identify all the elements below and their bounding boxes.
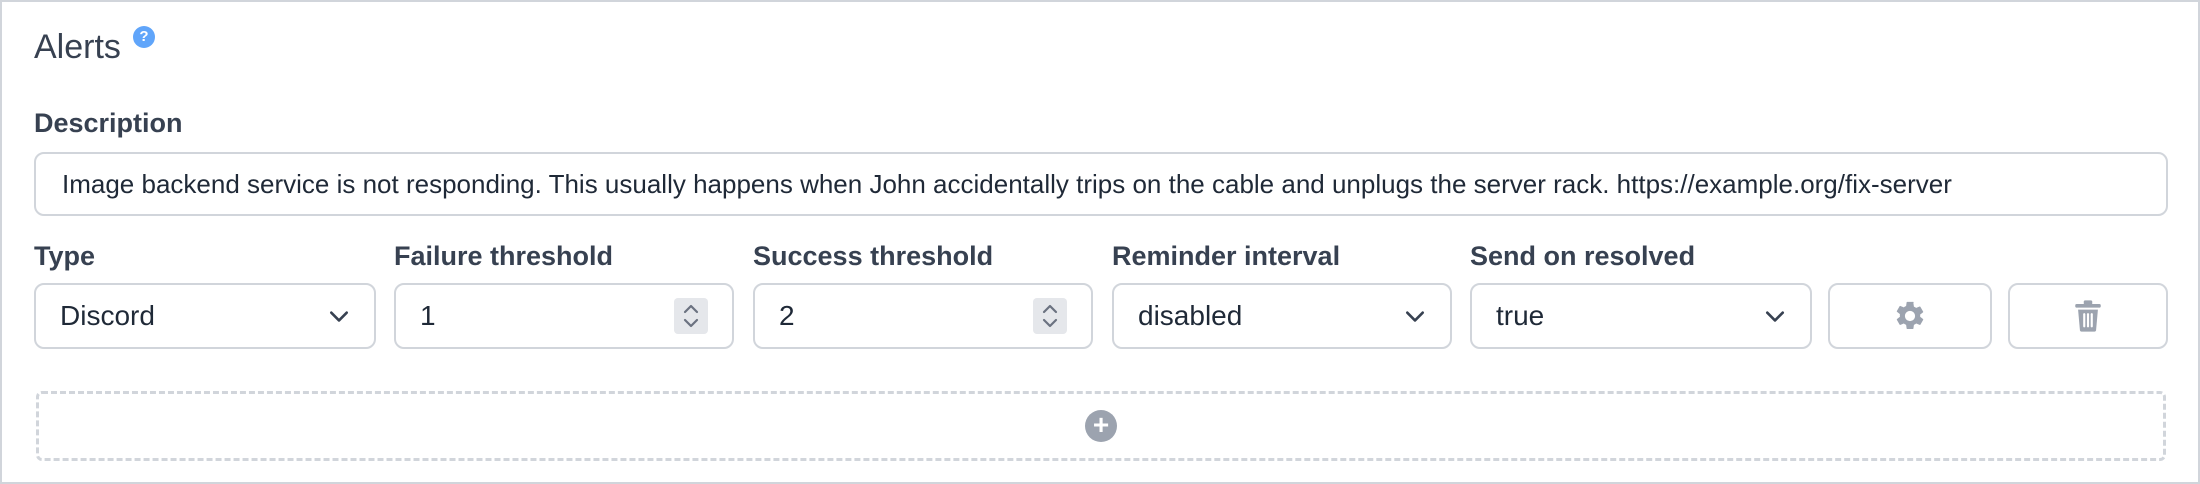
gear-icon [1896,301,1924,330]
failure-threshold-label: Failure threshold [394,241,614,271]
add-alert-button[interactable]: + [36,391,2166,461]
chevron-down-icon [1405,311,1425,322]
success-threshold-value: 2 [779,300,795,331]
plus-circle-icon: + [1085,410,1117,442]
reminder-interval-select[interactable]: disabled [1112,283,1452,349]
alerts-panel: Alerts ? Description Type Failure thresh… [0,0,2200,484]
description-input[interactable] [60,167,2142,201]
number-stepper-icon[interactable] [1033,298,1067,334]
question-circle-icon[interactable]: ? [132,26,155,48]
type-select[interactable]: Discord [34,283,376,349]
section-header: Alerts ? [34,24,155,70]
success-threshold-input[interactable]: 2 [753,283,1093,349]
send-on-resolved-label: Send on resolved [1470,241,1696,271]
reminder-interval-label: Reminder interval [1112,241,1341,271]
failure-threshold-input[interactable]: 1 [394,283,734,349]
section-title: Alerts [34,28,121,66]
failure-threshold-value: 1 [420,300,436,331]
delete-alert-button[interactable] [2008,283,2168,349]
chevron-down-icon [329,311,349,322]
alert-settings-button[interactable] [1828,283,1992,349]
send-on-resolved-value: true [1496,300,1545,331]
success-threshold-label: Success threshold [753,241,994,271]
send-on-resolved-select[interactable]: true [1470,283,1812,349]
type-label: Type [34,241,96,271]
description-label: Description [34,108,183,138]
chevron-down-icon [1765,311,1785,322]
number-stepper-icon[interactable] [674,298,708,334]
trash-icon [2075,300,2101,332]
reminder-interval-value: disabled [1138,300,1243,331]
type-select-value: Discord [60,300,155,331]
description-field[interactable] [34,152,2168,216]
